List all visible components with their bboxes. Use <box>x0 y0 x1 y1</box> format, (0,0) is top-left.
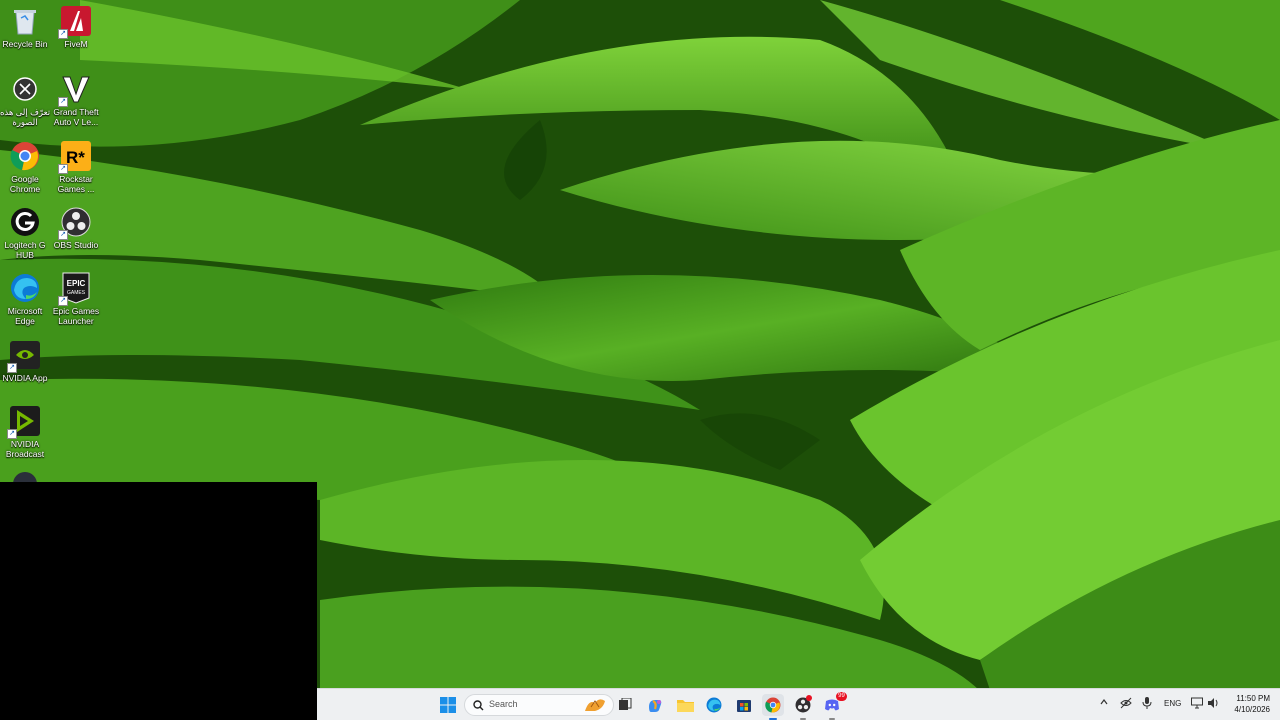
fivem-icon: ↗ <box>58 5 92 39</box>
search-highlight-icon <box>585 699 605 711</box>
nvidia-broadcast-icon: ↗ <box>7 405 41 439</box>
rockstar-icon: R* ↗ <box>58 140 92 174</box>
task-view-button[interactable] <box>614 694 636 716</box>
network-off-icon <box>1120 697 1132 709</box>
desktop-icon-label: Logitech G HUB <box>4 240 46 260</box>
logitech-ghub-icon <box>9 206 41 238</box>
desktop-icon-label: Microsoft Edge <box>7 306 43 326</box>
desktop-icon-label: Grand Theft Auto V Le... <box>53 107 99 127</box>
desktop-icon-fivem[interactable]: ↗ FiveM <box>51 5 101 49</box>
desktop-icon-learn-about-picture[interactable]: تعرّف إلى هذه الصورة <box>0 73 50 127</box>
file-explorer-button[interactable] <box>674 694 696 716</box>
epic-games-icon: EPIC GAMES ↗ <box>58 272 92 306</box>
desktop-icon-label: Recycle Bin <box>2 39 48 49</box>
file-explorer-icon <box>676 700 694 712</box>
desktop-icon-rockstar[interactable]: R* ↗ Rockstar Games ... <box>51 140 101 194</box>
task-view-icon <box>619 698 632 710</box>
taskbar: Search 99 ENG 11:50 PM 4/10/2026 <box>317 688 1280 720</box>
tray-volume-button[interactable] <box>1207 697 1219 711</box>
learn-about-picture-icon <box>9 73 41 105</box>
rockstar-logo-text: R* <box>66 148 85 167</box>
desktop-icon-label: FiveM <box>64 39 88 49</box>
start-icon <box>440 697 456 713</box>
desktop-icon-chrome[interactable]: Google Chrome <box>0 140 50 194</box>
edge-icon <box>9 272 41 304</box>
clock-time: 11:50 PM <box>1236 694 1270 703</box>
chrome-icon <box>765 697 781 713</box>
black-overlay-panel <box>0 482 317 720</box>
recycle-bin-icon <box>9 5 41 37</box>
nvidia-app-icon: ↗ <box>7 339 41 373</box>
chrome-icon <box>9 140 41 172</box>
language-indicator[interactable]: ENG <box>1164 699 1181 708</box>
edge-taskbar-button[interactable] <box>703 694 725 716</box>
taskbar-clock[interactable]: 11:50 PM 4/10/2026 <box>1234 693 1270 715</box>
show-hidden-icons-button[interactable] <box>1099 697 1109 709</box>
microphone-icon <box>1142 697 1152 709</box>
desktop-icon-nvidia-app[interactable]: ↗ NVIDIA App <box>0 339 50 383</box>
tray-display-button[interactable] <box>1191 697 1203 711</box>
discord-badge: 99 <box>836 692 847 701</box>
store-icon <box>737 700 751 712</box>
recording-dot <box>806 695 812 701</box>
tray-microphone-button[interactable] <box>1142 697 1152 711</box>
desktop-icon-logitech-ghub[interactable]: Logitech G HUB <box>0 206 50 260</box>
display-icon <box>1191 697 1203 709</box>
gta-v-icon: ↗ <box>58 73 92 107</box>
desktop-icon-epic-games[interactable]: EPIC GAMES ↗ Epic Games Launcher <box>51 272 101 326</box>
desktop-icon-label: OBS Studio <box>53 240 99 250</box>
copilot-button[interactable] <box>644 694 666 716</box>
desktop-icon-label: Rockstar Games ... <box>57 174 95 194</box>
desktop-icon-edge[interactable]: Microsoft Edge <box>0 272 50 326</box>
store-button[interactable] <box>733 694 755 716</box>
desktop-icon-obs[interactable]: ↗ OBS Studio <box>51 206 101 250</box>
desktop-icon-label: NVIDIA Broadcast <box>5 439 45 459</box>
svg-text:EPIC: EPIC <box>67 279 86 288</box>
chrome-taskbar-button[interactable] <box>762 694 784 720</box>
desktop-icon-label: تعرّف إلى هذه الصورة <box>0 107 51 127</box>
discord-taskbar-button[interactable]: 99 <box>821 692 847 720</box>
desktop-icon-gta-v[interactable]: ↗ Grand Theft Auto V Le... <box>51 73 101 127</box>
desktop-icon-nvidia-broadcast[interactable]: ↗ NVIDIA Broadcast <box>0 405 50 459</box>
start-button[interactable] <box>437 694 459 716</box>
chevron-up-icon <box>1100 699 1108 705</box>
tray-network-button[interactable] <box>1120 697 1132 711</box>
clock-date: 4/10/2026 <box>1234 705 1270 714</box>
obs-taskbar-button[interactable] <box>792 694 814 720</box>
volume-icon <box>1208 698 1218 708</box>
desktop-icon-label: NVIDIA App <box>2 373 48 383</box>
desktop-icon-label: Google Chrome <box>9 174 41 194</box>
edge-icon <box>706 697 722 713</box>
desktop-icon-label: Epic Games Launcher <box>52 306 100 326</box>
svg-text:GAMES: GAMES <box>67 290 86 296</box>
copilot-icon <box>649 700 662 712</box>
search-placeholder: Search <box>489 699 518 709</box>
search-icon <box>473 700 484 711</box>
desktop-icon-recycle-bin[interactable]: Recycle Bin <box>0 5 50 49</box>
obs-icon: ↗ <box>58 206 92 240</box>
taskbar-search-box[interactable]: Search <box>464 694 614 716</box>
